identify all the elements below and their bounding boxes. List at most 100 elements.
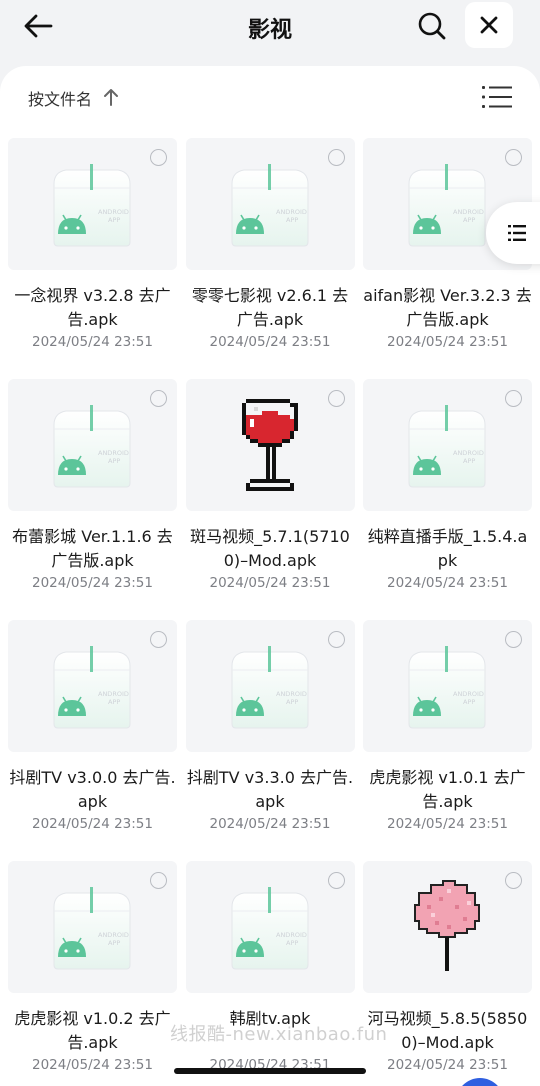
file-card[interactable]: ANDROID APP 布蕾影城 Ver.1.1.6 去广告版.apk 2024… — [8, 379, 177, 620]
file-card[interactable]: ANDROID APP 虎虎影视 v1.0.1 去广告.apk 2024/05/… — [363, 620, 532, 861]
file-card[interactable]: ANDROID APP 韩剧tv.apk 2024/05/24 23:51 — [185, 861, 355, 1086]
select-radio[interactable] — [327, 872, 345, 889]
svg-text:APP: APP — [286, 216, 298, 224]
sort-by-name-button[interactable]: 按文件名 — [28, 86, 92, 110]
file-card[interactable]: 河马视频_5.8.5(58500)–Mod.apk 2024/05/24 23:… — [363, 861, 532, 1086]
file-card[interactable]: ANDROID APP 虎虎影视 v1.0.2 去广告.apk 2024/05/… — [8, 861, 177, 1086]
file-name: 河马视频_5.8.5(58500)–Mod.apk — [367, 1009, 528, 1052]
file-name: aifan影视 Ver.3.2.3 去广告版.apk — [363, 286, 532, 329]
select-radio[interactable] — [327, 631, 345, 648]
select-radio[interactable] — [327, 390, 345, 407]
android-apk-icon: ANDROID APP — [408, 405, 486, 488]
select-radio[interactable] — [150, 390, 167, 407]
svg-text:ANDROID: ANDROID — [276, 931, 307, 939]
file-card[interactable]: ANDROID APP 一念视界 v3.2.8 去广告.apk 2024/05/… — [8, 138, 177, 379]
select-radio[interactable] — [505, 631, 522, 648]
file-thumbnail[interactable]: ANDROID APP — [8, 138, 177, 270]
svg-text:ANDROID: ANDROID — [276, 690, 307, 698]
watermark: 线报酷-new.xianbao.fun — [170, 1024, 388, 1045]
sort-bar: 按文件名 — [0, 66, 540, 130]
file-thumbnail[interactable]: ANDROID APP — [363, 379, 532, 511]
android-apk-icon: ANDROID APP — [53, 646, 131, 729]
file-name: 虎虎影视 v1.0.2 去广告.apk — [14, 1009, 171, 1052]
file-thumbnail[interactable]: ANDROID APP — [363, 620, 532, 752]
file-card[interactable]: ANDROID APP 零零七影视 v2.6.1 去广告.apk 2024/05… — [185, 138, 355, 379]
file-name: 零零七影视 v2.6.1 去广告.apk — [191, 286, 349, 329]
svg-text:ANDROID: ANDROID — [453, 208, 484, 216]
file-card[interactable]: 斑马视频_5.7.1(57100)–Mod.apk 2024/05/24 23:… — [185, 379, 355, 620]
file-thumbnail[interactable]: ANDROID APP — [8, 620, 177, 752]
android-apk-icon: ANDROID APP — [53, 887, 131, 970]
android-apk-icon: ANDROID APP — [408, 646, 486, 729]
file-thumbnail[interactable]: ANDROID APP — [8, 861, 177, 993]
file-timestamp: 2024/05/24 23:51 — [386, 575, 508, 591]
select-radio[interactable] — [505, 149, 522, 166]
file-thumbnail[interactable]: ANDROID APP — [185, 138, 355, 270]
search-icon — [418, 12, 446, 40]
search-button[interactable] — [412, 8, 452, 44]
svg-text:APP: APP — [463, 216, 475, 224]
select-radio[interactable] — [505, 390, 522, 407]
file-card[interactable]: ANDROID APP 抖剧TV v3.3.0 去广告.apk 2024/05/… — [185, 620, 355, 861]
file-thumbnail[interactable]: ANDROID APP — [185, 620, 355, 752]
android-apk-icon: ANDROID APP — [231, 164, 308, 247]
svg-text:APP: APP — [108, 457, 120, 465]
file-timestamp: 2024/05/24 23:51 — [31, 334, 153, 350]
page-title: 影视 — [247, 18, 292, 43]
side-menu-button[interactable] — [486, 202, 540, 264]
select-radio[interactable] — [150, 872, 167, 889]
close-icon — [480, 16, 498, 34]
file-card[interactable]: ANDROID APP 抖剧TV v3.0.0 去广告.apk 2024/05/… — [8, 620, 177, 861]
file-name: 布蕾影城 Ver.1.1.6 去广告版.apk — [12, 527, 173, 570]
list-view-icon[interactable] — [482, 84, 512, 110]
svg-text:APP: APP — [463, 698, 475, 706]
file-grid: ANDROID APP 一念视界 v3.2.8 去广告.apk 2024/05/… — [8, 138, 532, 1086]
svg-text:ANDROID: ANDROID — [98, 449, 129, 457]
file-name: 纯粹直播手版_1.5.4.apk — [367, 527, 528, 570]
arrow-up-icon[interactable] — [102, 87, 120, 107]
file-thumbnail[interactable] — [363, 861, 532, 993]
file-list-panel: 按文件名 ANDROID APP 一念视界 v3.2.8 去广告.apk 202… — [0, 66, 540, 1086]
file-timestamp: 2024/05/24 23:51 — [31, 575, 153, 591]
svg-text:ANDROID: ANDROID — [98, 690, 129, 698]
file-card[interactable]: ANDROID APP 纯粹直播手版_1.5.4.apk 2024/05/24 … — [363, 379, 532, 620]
file-timestamp: 2024/05/24 23:51 — [209, 816, 331, 832]
android-apk-icon: ANDROID APP — [231, 646, 308, 729]
android-apk-icon: ANDROID APP — [231, 887, 308, 970]
svg-text:APP: APP — [286, 698, 298, 706]
menu-icon — [508, 225, 526, 241]
android-apk-icon: ANDROID APP — [408, 164, 486, 247]
svg-text:APP: APP — [463, 457, 475, 465]
android-apk-icon: ANDROID APP — [53, 405, 131, 488]
file-thumbnail[interactable]: ANDROID APP — [8, 379, 177, 511]
file-timestamp: 2024/05/24 23:51 — [209, 334, 331, 350]
svg-text:APP: APP — [286, 939, 298, 947]
close-button[interactable] — [465, 2, 513, 48]
file-timestamp: 2024/05/24 23:51 — [31, 1057, 153, 1073]
svg-text:APP: APP — [108, 939, 120, 947]
file-timestamp: 2024/05/24 23:51 — [386, 816, 508, 832]
file-name: 抖剧TV v3.3.0 去广告.apk — [186, 768, 354, 811]
file-timestamp: 2024/05/24 23:51 — [386, 1057, 508, 1073]
file-timestamp: 2024/05/24 23:51 — [209, 575, 331, 591]
file-thumbnail[interactable]: ANDROID APP — [185, 861, 355, 993]
file-timestamp: 2024/05/24 23:51 — [386, 334, 508, 350]
select-radio[interactable] — [150, 149, 167, 166]
top-bar: 影视 — [0, 0, 540, 62]
svg-text:APP: APP — [108, 216, 120, 224]
file-name: 斑马视频_5.7.1(57100)–Mod.apk — [190, 527, 350, 570]
svg-text:ANDROID: ANDROID — [98, 208, 129, 216]
select-radio[interactable] — [505, 872, 522, 889]
home-indicator — [174, 1068, 366, 1074]
svg-text:ANDROID: ANDROID — [453, 690, 484, 698]
select-radio[interactable] — [327, 149, 345, 166]
file-timestamp: 2024/05/24 23:51 — [31, 816, 153, 832]
svg-text:ANDROID: ANDROID — [453, 449, 484, 457]
file-thumbnail[interactable] — [185, 379, 355, 511]
cotton-candy-icon — [413, 879, 481, 971]
file-name: 抖剧TV v3.0.0 去广告.apk — [9, 768, 176, 811]
svg-text:ANDROID: ANDROID — [98, 931, 129, 939]
file-name: 虎虎影视 v1.0.1 去广告.apk — [369, 768, 526, 811]
select-radio[interactable] — [150, 631, 167, 648]
wine-glass-icon — [241, 399, 298, 491]
